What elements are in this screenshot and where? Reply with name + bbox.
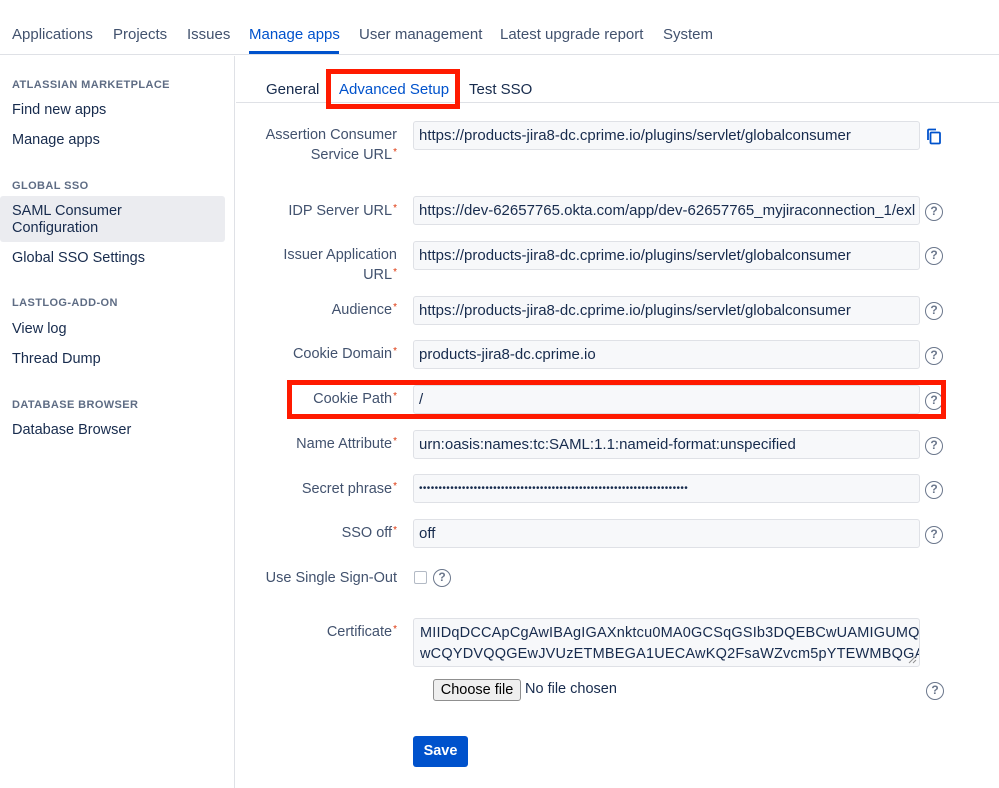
highlight-box-cookie-path <box>287 380 946 419</box>
help-icon[interactable]: ? <box>925 247 943 265</box>
sidebar-item-find-new-apps[interactable]: Find new apps <box>12 102 106 119</box>
audience-field[interactable]: https://products-jira8-dc.cprime.io/plug… <box>413 296 920 325</box>
help-icon[interactable]: ? <box>925 347 943 365</box>
help-icon[interactable]: ? <box>925 526 943 544</box>
sso-off-label: SSO off* <box>341 525 397 541</box>
idp-url-label: IDP Server URL* <box>288 203 397 219</box>
resize-grip-icon[interactable] <box>908 655 917 664</box>
top-navigation: Applications Projects Issues Manage apps… <box>0 0 999 55</box>
nav-tab-projects[interactable]: Projects <box>113 25 167 45</box>
idp-url-field[interactable]: https://dev-62657765.okta.com/app/dev-62… <box>413 196 920 225</box>
sidebar-item-view-log[interactable]: View log <box>12 321 67 338</box>
cookie-domain-label: Cookie Domain* <box>292 346 397 362</box>
help-icon[interactable]: ? <box>433 569 451 587</box>
help-icon[interactable]: ? <box>926 682 944 700</box>
secret-phrase-label: Secret phrase* <box>301 481 397 497</box>
help-icon[interactable]: ? <box>925 481 943 499</box>
audience-label: Audience* <box>331 302 397 318</box>
issuer-url-label: Issuer Application URL* <box>283 247 397 283</box>
certificate-textarea[interactable]: MIIDqDCCApCgAwIBAgIGAXnktcu0MA0GCSqGSIb3… <box>413 618 920 667</box>
secret-phrase-field[interactable]: ••••••••••••••••••••••••••••••••••••••••… <box>413 474 920 503</box>
sidebar-item-saml-consumer-configuration[interactable]: SAML Consumer Configuration <box>12 203 192 237</box>
certificate-line: MIIDqDCCApCgAwIBAgIGAXnktcu0MA0GCSqGSIb3… <box>420 625 920 641</box>
single-signout-label: Use Single Sign-Out <box>265 570 397 586</box>
single-signout-checkbox[interactable] <box>414 571 427 584</box>
nav-tab-user-management[interactable]: User management <box>359 25 482 45</box>
name-attribute-field[interactable]: urn:oasis:names:tc:SAML:1.1:nameid-forma… <box>413 430 920 459</box>
assertion-url-label: Assertion Consumer Service URL* <box>265 127 397 163</box>
assertion-url-field[interactable]: https://products-jira8-dc.cprime.io/plug… <box>413 121 920 150</box>
highlight-box-advanced-setup <box>326 69 460 109</box>
active-tab-underline <box>249 51 339 54</box>
nav-tab-system[interactable]: System <box>663 25 713 45</box>
nav-tab-latest-upgrade-report[interactable]: Latest upgrade report <box>500 25 643 45</box>
help-icon[interactable]: ? <box>925 302 943 320</box>
help-icon[interactable]: ? <box>925 437 943 455</box>
sidebar-heading-lastlog: LASTLOG-ADD-ON <box>12 297 118 309</box>
file-status: No file chosen <box>525 681 617 697</box>
sidebar-item-database-browser[interactable]: Database Browser <box>12 422 131 439</box>
sidebar-item-manage-apps[interactable]: Manage apps <box>12 132 100 149</box>
nav-tab-issues[interactable]: Issues <box>187 25 230 45</box>
choose-file-button[interactable]: Choose file <box>433 679 521 701</box>
certificate-line: wCQYDVQQGEwJVUzETMBEGA1UECAwKQ2FsaWZvcm5… <box>420 646 920 662</box>
copy-icon[interactable] <box>926 128 942 145</box>
subtab-general[interactable]: General <box>266 81 319 99</box>
sidebar-heading-marketplace: ATLASSIAN MARKETPLACE <box>12 79 170 91</box>
issuer-url-field[interactable]: https://products-jira8-dc.cprime.io/plug… <box>413 241 920 270</box>
save-button[interactable]: Save <box>413 736 468 767</box>
cookie-domain-field[interactable]: products-jira8-dc.cprime.io <box>413 340 920 369</box>
certificate-label: Certificate* <box>326 624 397 640</box>
sso-off-field[interactable]: off <box>413 519 920 548</box>
nav-tab-manage-apps[interactable]: Manage apps <box>249 25 340 45</box>
sidebar-item-global-sso-settings[interactable]: Global SSO Settings <box>12 250 145 267</box>
sidebar: ATLASSIAN MARKETPLACE Find new apps Mana… <box>0 56 235 788</box>
subtab-test-sso[interactable]: Test SSO <box>469 81 532 99</box>
help-icon[interactable]: ? <box>925 203 943 221</box>
name-attribute-label: Name Attribute* <box>296 436 397 452</box>
sidebar-item-thread-dump[interactable]: Thread Dump <box>12 351 101 368</box>
sidebar-heading-database-browser: DATABASE BROWSER <box>12 399 139 411</box>
nav-tab-applications[interactable]: Applications <box>12 25 93 45</box>
sidebar-heading-global-sso: GLOBAL SSO <box>12 180 89 192</box>
